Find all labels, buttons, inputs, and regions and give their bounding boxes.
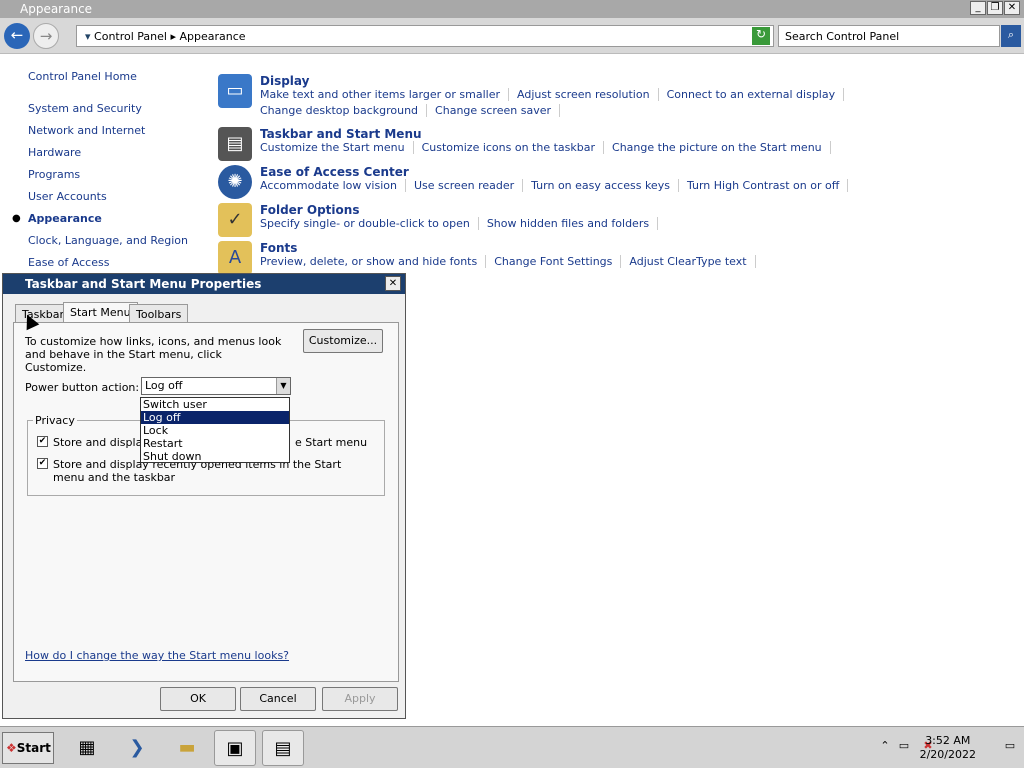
- monitor-icon: ▭: [218, 74, 252, 108]
- breadcrumb-control-panel[interactable]: Control Panel: [94, 30, 167, 43]
- category-links: Change desktop background Change screen s…: [260, 104, 568, 117]
- apply-button[interactable]: Apply: [322, 687, 398, 711]
- privacy-checkbox-2[interactable]: ✔: [37, 458, 48, 469]
- dialog-title: Taskbar and Start Menu Properties: [3, 274, 405, 294]
- sidebar-item[interactable]: Clock, Language, and Region: [28, 234, 188, 247]
- clock-time: 3:52 AM: [925, 734, 971, 747]
- dropdown-option[interactable]: Lock: [141, 424, 289, 437]
- window-title: Appearance: [20, 2, 93, 16]
- tab-toolbars[interactable]: Toolbars: [129, 304, 189, 324]
- chevron-down-icon[interactable]: ▼: [276, 378, 290, 394]
- sidebar-item[interactable]: User Accounts: [28, 190, 107, 203]
- show-desktop-icon[interactable]: ▭: [1002, 739, 1018, 755]
- intro-text: To customize how links, icons, and menus…: [25, 335, 282, 374]
- power-options-dropdown: Switch user Log off Lock Restart Shut do…: [140, 397, 290, 463]
- powershell-icon[interactable]: ❯: [116, 730, 158, 766]
- privacy-text-1a: Store and display: [53, 436, 149, 449]
- privacy-checkbox-1[interactable]: ✔: [37, 436, 48, 447]
- category-title[interactable]: Ease of Access Center: [260, 165, 409, 179]
- server-manager-icon[interactable]: ▦: [66, 730, 108, 766]
- taskbar-properties-icon[interactable]: ▤: [262, 730, 304, 766]
- category-links: Make text and other items larger or smal…: [260, 88, 852, 101]
- minimize-button[interactable]: _: [970, 1, 986, 15]
- address-bar[interactable]: ▾ Control Panel ▸ Appearance: [76, 25, 774, 47]
- privacy-text-1b: e Start menu: [295, 436, 368, 449]
- show-hidden-icons[interactable]: ⌃: [877, 739, 893, 755]
- dialog-close-icon[interactable]: ✕: [385, 276, 401, 291]
- category-title[interactable]: Taskbar and Start Menu: [260, 127, 422, 141]
- tab-panel: [13, 322, 399, 682]
- breadcrumb-appearance[interactable]: Appearance: [180, 30, 246, 43]
- refresh-icon[interactable]: ↻: [752, 27, 770, 45]
- sidebar-item[interactable]: System and Security: [28, 102, 142, 115]
- search-input[interactable]: Search Control Panel: [778, 25, 1000, 47]
- back-button[interactable]: ←: [4, 23, 30, 49]
- tab-start-menu[interactable]: Start Menu: [63, 302, 138, 324]
- explorer-icon[interactable]: ▬: [166, 730, 208, 766]
- address-toolbar: ← → ▾ Control Panel ▸ Appearance ↻ Searc…: [0, 18, 1024, 54]
- window-controls: _ ❐ ✕: [970, 1, 1020, 15]
- customize-button[interactable]: Customize...: [303, 329, 383, 353]
- power-button-select[interactable]: Log off ▼: [141, 377, 291, 395]
- taskbar: ❖Start ▦ ❯ ▬ ▣ ▤ ⌃ ▭ ✖ 3:52 AM 2/20/2022…: [0, 726, 1024, 768]
- dropdown-option-selected[interactable]: Log off: [141, 411, 289, 424]
- sidebar-item[interactable]: Network and Internet: [28, 124, 145, 137]
- windows-logo-icon: ❖: [6, 741, 17, 755]
- fonts-icon: A: [218, 241, 252, 275]
- control-panel-icon[interactable]: ▣: [214, 730, 256, 766]
- category-title[interactable]: Fonts: [260, 241, 297, 255]
- dropdown-option[interactable]: Switch user: [141, 398, 289, 411]
- search-icon[interactable]: ⌕: [1001, 25, 1021, 47]
- network-icon[interactable]: ▭: [896, 739, 912, 755]
- clock[interactable]: 3:52 AM 2/20/2022: [920, 734, 976, 762]
- help-link[interactable]: How do I change the way the Start menu l…: [25, 649, 289, 662]
- folder-options-icon: ✓: [218, 203, 252, 237]
- category-links: Specify single- or double-click to open S…: [260, 217, 666, 230]
- sidebar-home[interactable]: Control Panel Home: [28, 70, 137, 83]
- sidebar-item-current[interactable]: Appearance: [28, 212, 102, 225]
- taskbar-icon: ▤: [218, 127, 252, 161]
- clock-date: 2/20/2022: [919, 748, 976, 761]
- privacy-label: Privacy: [33, 414, 77, 427]
- category-title[interactable]: Display: [260, 74, 309, 88]
- dropdown-option[interactable]: Restart: [141, 437, 289, 450]
- cancel-button[interactable]: Cancel: [240, 687, 316, 711]
- category-links: Preview, delete, or show and hide fonts C…: [260, 255, 764, 268]
- ok-button[interactable]: OK: [160, 687, 236, 711]
- power-button-label: Power button action:: [25, 381, 140, 394]
- dropdown-option[interactable]: Shut down: [141, 450, 289, 463]
- window-title-bar: Appearance _ ❐ ✕: [0, 0, 1024, 18]
- category-links: Customize the Start menu Customize icons …: [260, 141, 839, 154]
- sidebar-item[interactable]: Ease of Access: [28, 256, 109, 269]
- category-title[interactable]: Folder Options: [260, 203, 359, 217]
- ease-of-access-icon: ✺: [218, 165, 252, 199]
- forward-button[interactable]: →: [33, 23, 59, 49]
- sidebar-item[interactable]: Hardware: [28, 146, 81, 159]
- taskbar-properties-dialog: Taskbar and Start Menu Properties ✕ Task…: [2, 273, 406, 719]
- close-window-button[interactable]: ✕: [1004, 1, 1020, 15]
- sidebar-item[interactable]: Programs: [28, 168, 80, 181]
- start-button[interactable]: ❖Start: [2, 732, 54, 764]
- current-item-bullet: ●: [12, 213, 21, 224]
- maximize-button[interactable]: ❐: [987, 1, 1003, 15]
- category-links: Accommodate low vision Use screen reader T…: [260, 179, 856, 192]
